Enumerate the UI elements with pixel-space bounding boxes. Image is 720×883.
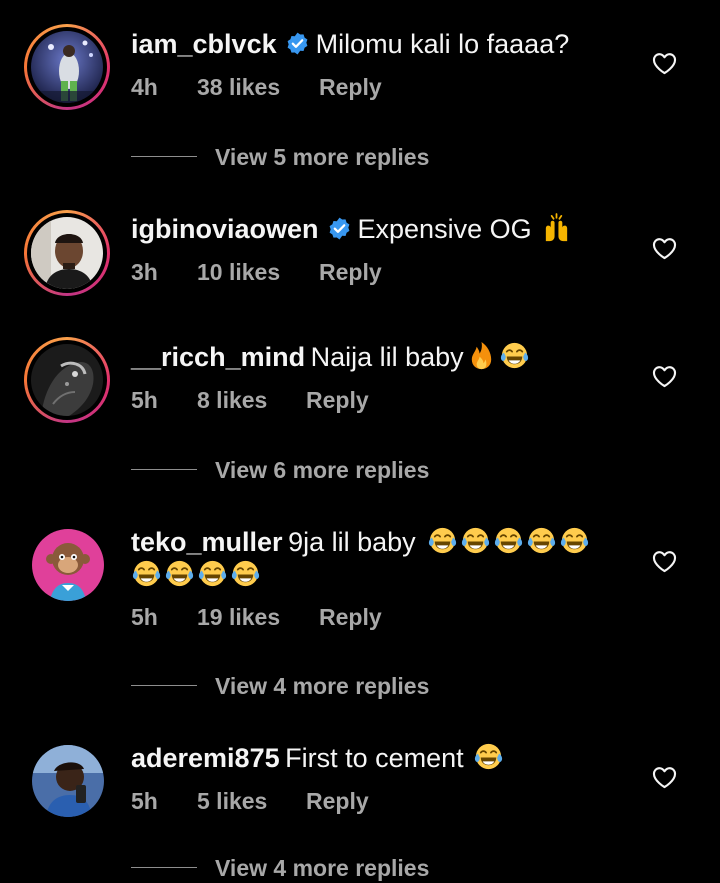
like-heart-icon[interactable]: [652, 237, 677, 260]
tears-of-joy-icon: [493, 525, 524, 556]
view-more-replies-button[interactable]: View 5 more replies: [131, 142, 451, 172]
avatar[interactable]: [24, 24, 110, 110]
view-more-replies-button[interactable]: View 4 more replies: [131, 853, 451, 883]
raising-hands-icon: [541, 212, 572, 243]
avatar-image: [31, 344, 103, 416]
view-more-replies-button[interactable]: View 6 more replies: [131, 455, 451, 485]
like-heart-icon[interactable]: [652, 365, 677, 388]
comment-username[interactable]: iam_cblvck: [131, 29, 277, 59]
comment-text: Naija lil baby: [310, 342, 464, 372]
avatar-image: [32, 745, 104, 817]
emoji-row: [425, 527, 590, 557]
comment-likes[interactable]: 19 likes: [197, 604, 280, 631]
reply-button[interactable]: Reply: [319, 74, 382, 101]
replies-divider: [131, 685, 197, 686]
comment-time: 3h: [131, 259, 158, 285]
like-heart-icon[interactable]: [652, 550, 677, 573]
tears-of-joy-icon: [131, 558, 162, 589]
tears-of-joy-icon: [230, 558, 261, 589]
tears-of-joy-icon: [499, 340, 530, 371]
comment-time: 5h: [131, 604, 158, 630]
comment-time: 5h: [131, 788, 158, 814]
tears-of-joy-icon: [559, 525, 590, 556]
avatar[interactable]: [24, 210, 110, 296]
fire-icon: [466, 340, 497, 371]
avatar[interactable]: [32, 745, 104, 817]
comment-text: Milomu kali lo faaaa?: [315, 29, 570, 59]
comment-time: 5h: [131, 387, 158, 413]
comment-likes[interactable]: 8 likes: [197, 387, 267, 414]
replies-divider: [131, 867, 197, 868]
view-more-replies-label: View 4 more replies: [215, 673, 430, 699]
tears-of-joy-icon: [197, 558, 228, 589]
verified-badge-icon: [285, 31, 310, 56]
tears-of-joy-icon: [473, 741, 504, 772]
comment-likes[interactable]: 10 likes: [197, 259, 280, 286]
comment-likes[interactable]: 38 likes: [197, 74, 280, 101]
tears-of-joy-icon: [526, 525, 557, 556]
tears-of-joy-icon: [460, 525, 491, 556]
avatar[interactable]: [32, 529, 104, 601]
replies-divider: [131, 156, 197, 157]
avatar-image: [32, 529, 104, 601]
view-more-replies-label: View 4 more replies: [215, 855, 430, 881]
reply-button[interactable]: Reply: [319, 604, 382, 631]
avatar[interactable]: [24, 337, 110, 423]
comment-username[interactable]: aderemi875: [131, 743, 280, 773]
view-more-replies-label: View 6 more replies: [215, 457, 430, 483]
verified-badge-icon: [327, 216, 352, 241]
comment-time: 4h: [131, 74, 158, 100]
comment-text: First to cement: [285, 743, 464, 773]
reply-button[interactable]: Reply: [319, 259, 382, 286]
comment-username[interactable]: teko_muller: [131, 527, 283, 557]
comment-text: 9ja lil baby: [288, 527, 416, 557]
like-heart-icon[interactable]: [652, 52, 677, 75]
comment-text: Expensive OG: [357, 214, 532, 244]
avatar-image: [31, 31, 103, 103]
tears-of-joy-icon: [164, 558, 195, 589]
comment-likes[interactable]: 5 likes: [197, 788, 267, 815]
reply-button[interactable]: Reply: [306, 387, 369, 414]
like-heart-icon[interactable]: [652, 766, 677, 789]
reply-button[interactable]: Reply: [306, 788, 369, 815]
avatar-image: [31, 217, 103, 289]
comment-username[interactable]: igbinoviaowen: [131, 214, 319, 244]
view-more-replies-button[interactable]: View 4 more replies: [131, 671, 451, 701]
comment-username[interactable]: __ricch_mind: [131, 342, 305, 372]
tears-of-joy-icon: [427, 525, 458, 556]
view-more-replies-label: View 5 more replies: [215, 144, 430, 170]
replies-divider: [131, 469, 197, 470]
emoji-row-continued: [131, 558, 261, 592]
